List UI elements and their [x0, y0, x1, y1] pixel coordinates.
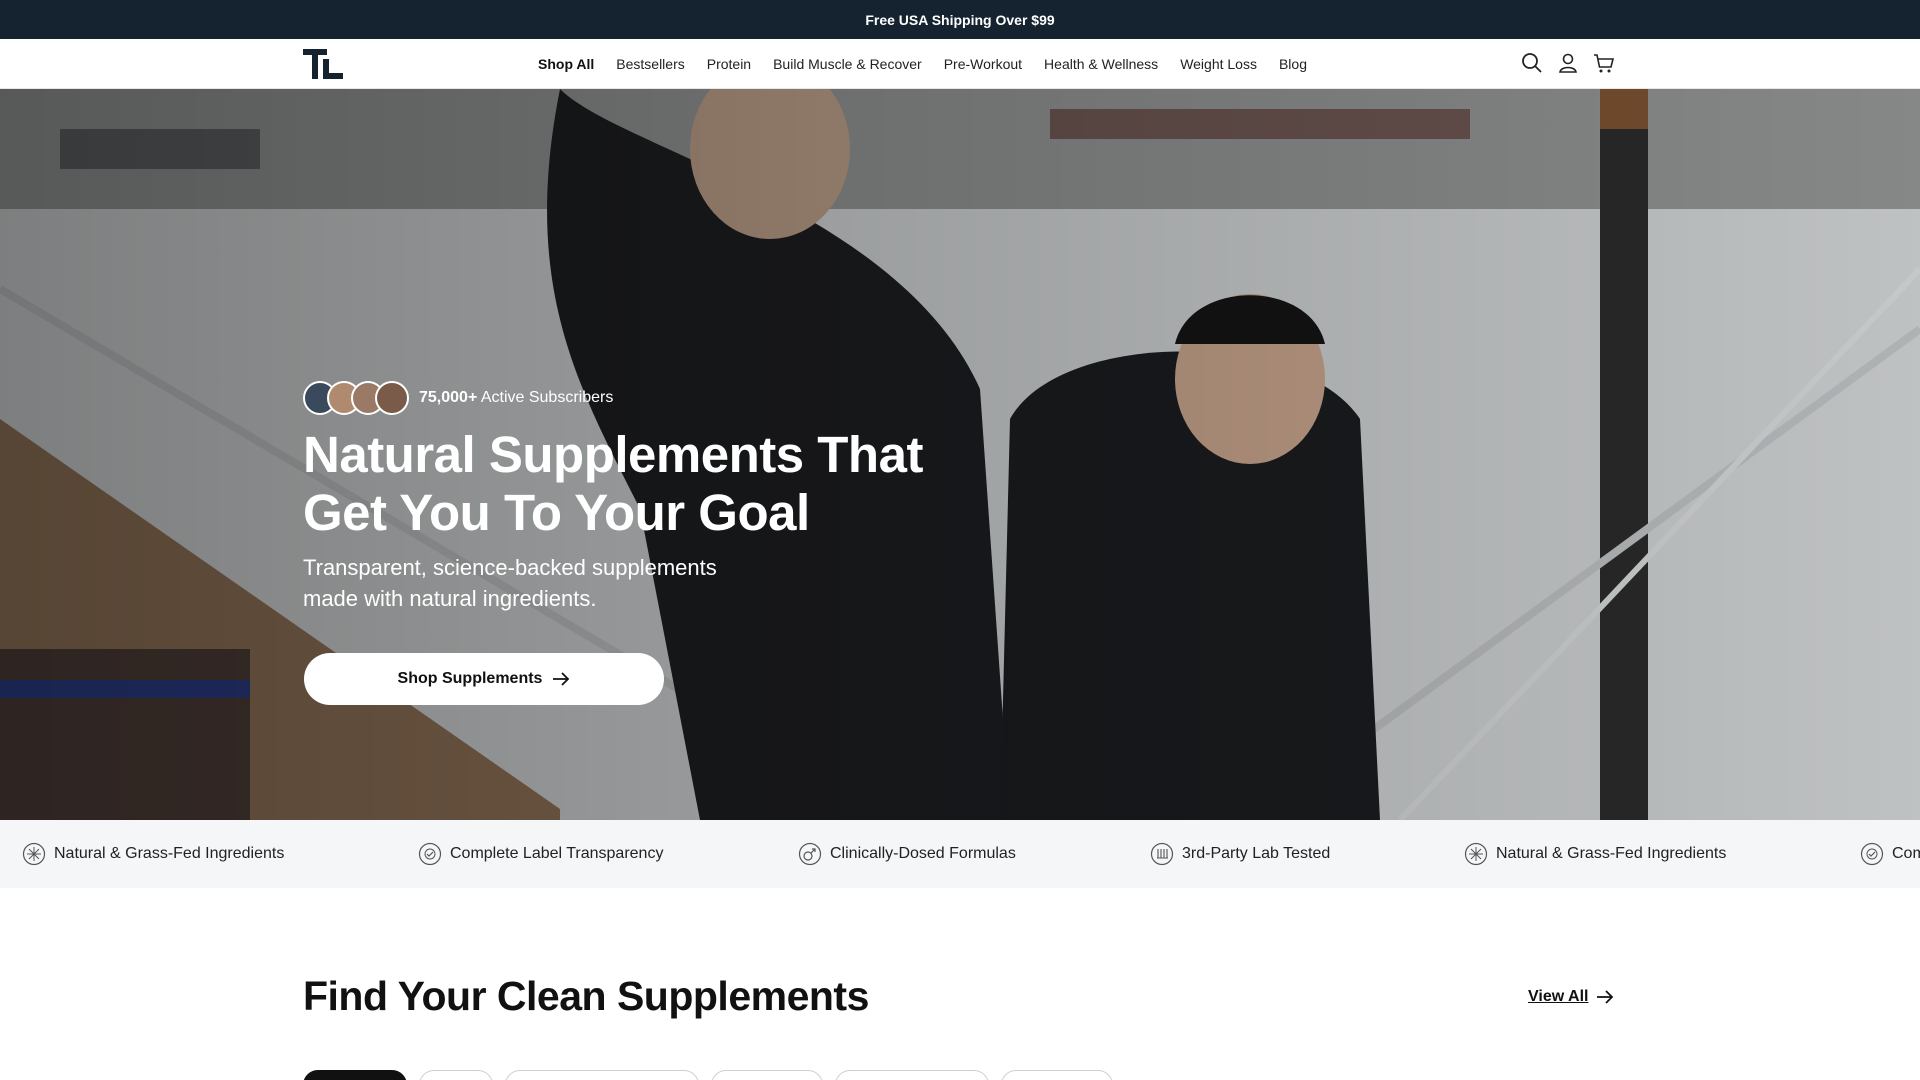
- feature-item: Complete Label Transparency: [1860, 820, 1920, 888]
- hero-overlay: [0, 89, 1920, 820]
- nav-build-muscle-recover[interactable]: Build Muscle & Recover: [773, 56, 922, 72]
- feature-item: Clinically-Dosed Formulas: [798, 820, 1016, 888]
- subscribers-count: 75,000+: [419, 389, 478, 406]
- category-filter-pills: [303, 1070, 1113, 1080]
- feature-item: Natural & Grass-Fed Ingredients: [22, 820, 284, 888]
- label-badge-icon: [418, 842, 442, 866]
- feature-label: Clinically-Dosed Formulas: [830, 845, 1016, 862]
- view-all-link[interactable]: View All: [1528, 988, 1614, 1006]
- hero-subtitle: Transparent, science-backed supplements …: [303, 555, 717, 611]
- feature-label: 3rd-Party Lab Tested: [1182, 845, 1331, 862]
- nav-health-wellness[interactable]: Health & Wellness: [1044, 56, 1158, 72]
- subscribers-text: 75,000+ Active Subscribers: [419, 389, 613, 407]
- shop-supplements-button[interactable]: Shop Supplements: [304, 653, 664, 705]
- nav-shop-all[interactable]: Shop All: [538, 56, 594, 72]
- view-all-label: View All: [1528, 988, 1589, 1005]
- filter-pill[interactable]: [835, 1070, 989, 1080]
- feature-label: Complete Label Transparency: [1892, 845, 1920, 862]
- avatar-group: [303, 381, 409, 415]
- header-actions: [1520, 51, 1616, 75]
- nav-weight-loss[interactable]: Weight Loss: [1180, 56, 1257, 72]
- nav-bestsellers[interactable]: Bestsellers: [616, 56, 684, 72]
- search-icon[interactable]: [1520, 51, 1544, 75]
- feature-item: 3rd-Party Lab Tested: [1150, 820, 1330, 888]
- avatar: [375, 381, 409, 415]
- leaf-badge-icon: [1464, 842, 1488, 866]
- subscribers-badge: 75,000+ Active Subscribers: [303, 381, 613, 415]
- nav-blog[interactable]: Blog: [1279, 56, 1307, 72]
- hero-title: Natural Supplements That Get You To Your…: [303, 426, 923, 541]
- leaf-badge-icon: [22, 842, 46, 866]
- section-title: Find Your Clean Supplements: [303, 973, 869, 1019]
- feature-label: Natural & Grass-Fed Ingredients: [54, 845, 285, 862]
- brand-logo[interactable]: [303, 49, 343, 79]
- main-nav: Shop All Bestsellers Protein Build Muscl…: [538, 39, 1307, 89]
- feature-item: Complete Label Transparency: [418, 820, 663, 888]
- account-icon[interactable]: [1556, 51, 1580, 75]
- filter-pill[interactable]: [1001, 1070, 1113, 1080]
- hero-section: 75,000+ Active Subscribers Natural Suppl…: [0, 89, 1920, 820]
- feature-label: Complete Label Transparency: [450, 845, 664, 862]
- shop-supplements-label: Shop Supplements: [397, 670, 543, 687]
- label-badge-icon: [1860, 842, 1884, 866]
- nav-protein[interactable]: Protein: [707, 56, 751, 72]
- filter-pill[interactable]: [419, 1070, 493, 1080]
- announcement-bar: Free USA Shipping Over $99: [0, 0, 1920, 39]
- lab-badge-icon: [1150, 842, 1174, 866]
- filter-pill[interactable]: [505, 1070, 699, 1080]
- arrow-right-icon: [1597, 990, 1614, 1004]
- nav-pre-workout[interactable]: Pre-Workout: [944, 56, 1022, 72]
- filter-pill[interactable]: [711, 1070, 823, 1080]
- features-marquee: Natural & Grass-Fed Ingredients Complete…: [0, 820, 1920, 888]
- site-header: Shop All Bestsellers Protein Build Muscl…: [0, 39, 1920, 89]
- feature-item: Natural & Grass-Fed Ingredients: [1464, 820, 1726, 888]
- feature-label: Natural & Grass-Fed Ingredients: [1496, 845, 1727, 862]
- arrow-right-icon: [553, 672, 570, 686]
- subscribers-label: Active Subscribers: [480, 389, 614, 406]
- formula-badge-icon: [798, 842, 822, 866]
- filter-pill[interactable]: [303, 1070, 407, 1080]
- announcement-text: Free USA Shipping Over $99: [865, 11, 1055, 28]
- cart-icon[interactable]: [1592, 51, 1616, 75]
